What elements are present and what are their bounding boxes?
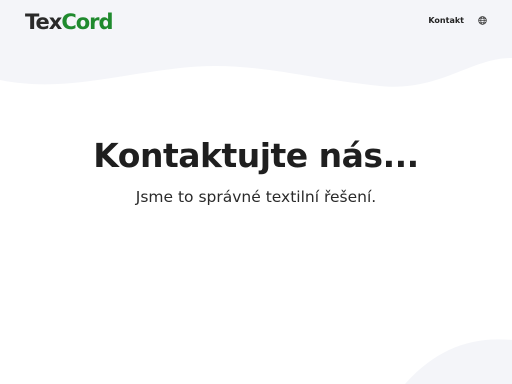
hero-subtitle: Jsme to správné textilní řešení. (135, 188, 377, 206)
main-nav: Kontakt (428, 14, 488, 26)
nav-link-contact[interactable]: Kontakt (428, 16, 464, 25)
globe-icon[interactable] (476, 14, 488, 26)
logo[interactable]: Tex Cord (25, 9, 114, 35)
logo-text-tex: Tex (25, 9, 62, 34)
hero-title: Kontaktujte nás... (93, 136, 419, 175)
site-header: Tex Cord Kontakt (0, 0, 512, 48)
logo-text-cord: Cord (61, 9, 113, 34)
hero-section: Kontaktujte nás... Jsme to správné texti… (0, 130, 512, 208)
page: Tex Cord Kontakt Kontaktujte nás... Jsme… (0, 0, 512, 384)
